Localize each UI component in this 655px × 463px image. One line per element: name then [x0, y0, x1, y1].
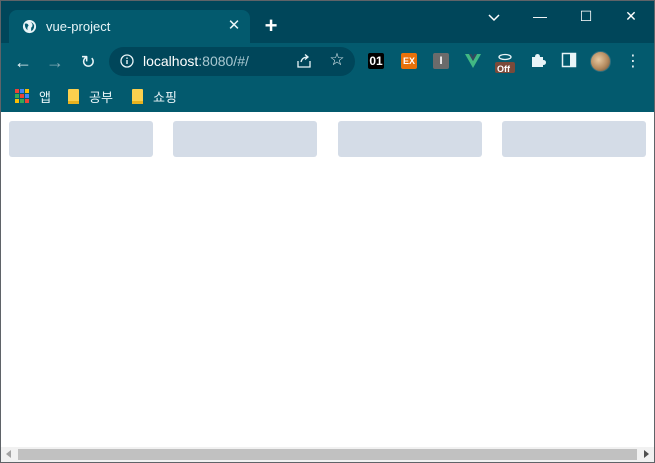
scroll-left-arrow-icon[interactable]	[6, 450, 11, 458]
bookmark-star-icon[interactable]: ☆	[328, 51, 346, 69]
url-path: :8080/#/	[198, 53, 249, 69]
globe-icon	[22, 19, 37, 34]
extensions-puzzle-icon[interactable]	[529, 51, 547, 69]
profile-avatar[interactable]	[590, 51, 611, 72]
bookmark-label: 공부	[89, 89, 113, 105]
close-tab-icon[interactable]: ✕	[225, 17, 243, 35]
bookmarks-bar: 앱 공부 쇼핑	[1, 80, 654, 112]
scroll-right-arrow-icon[interactable]	[644, 450, 649, 458]
browser-toolbar: ← → ↻ localhost:8080/#/ ☆ 01 EX I Off ⋮	[1, 43, 654, 80]
skeleton-card	[9, 121, 153, 157]
close-window-button[interactable]: ✕	[608, 1, 654, 31]
bookmark-apps[interactable]: 앱	[15, 86, 51, 106]
browser-titlebar: vue-project ✕ + — ☐ ✕	[1, 1, 654, 43]
scrollbar-thumb[interactable]	[18, 449, 637, 460]
apps-grid-icon	[15, 89, 29, 103]
bookmark-label: 앱	[39, 89, 51, 105]
extension-01-icon[interactable]: 01	[368, 53, 384, 69]
new-tab-button[interactable]: +	[260, 15, 282, 37]
minimize-button[interactable]: —	[517, 1, 563, 31]
side-panel-icon[interactable]	[561, 52, 577, 68]
reload-icon[interactable]: ↻	[77, 51, 99, 73]
horizontal-scrollbar[interactable]	[1, 447, 654, 462]
extension-ex-icon[interactable]: EX	[401, 53, 417, 69]
share-icon[interactable]	[296, 53, 312, 69]
back-arrow-icon[interactable]: ←	[12, 51, 34, 73]
page-viewport	[1, 112, 654, 447]
forward-arrow-icon[interactable]: →	[44, 51, 66, 73]
url-text[interactable]: localhost:8080/#/	[143, 53, 249, 69]
bookmark-label: 쇼핑	[153, 89, 177, 105]
maximize-button[interactable]: ☐	[563, 1, 609, 31]
url-host: localhost	[143, 53, 199, 69]
extension-i-icon[interactable]: I	[433, 53, 449, 69]
bookmark-folder-shopping[interactable]: 쇼핑	[132, 86, 177, 106]
bookmark-folder-study[interactable]: 공부	[68, 86, 113, 106]
vue-devtools-icon[interactable]	[464, 52, 482, 70]
site-info-icon[interactable]	[120, 54, 134, 68]
extension-off-label: Off	[497, 64, 510, 74]
skeleton-card	[173, 121, 317, 157]
address-bar[interactable]: localhost:8080/#/ ☆	[109, 47, 355, 76]
skeleton-card	[338, 121, 482, 157]
browser-tab-active[interactable]: vue-project ✕	[9, 10, 250, 43]
folder-icon	[68, 88, 79, 104]
tab-title: vue-project	[46, 19, 111, 34]
more-menu-icon[interactable]: ⋮	[625, 52, 641, 72]
skeleton-card	[502, 121, 646, 157]
tab-search-chevron-icon[interactable]	[485, 9, 503, 25]
folder-icon	[132, 88, 143, 104]
